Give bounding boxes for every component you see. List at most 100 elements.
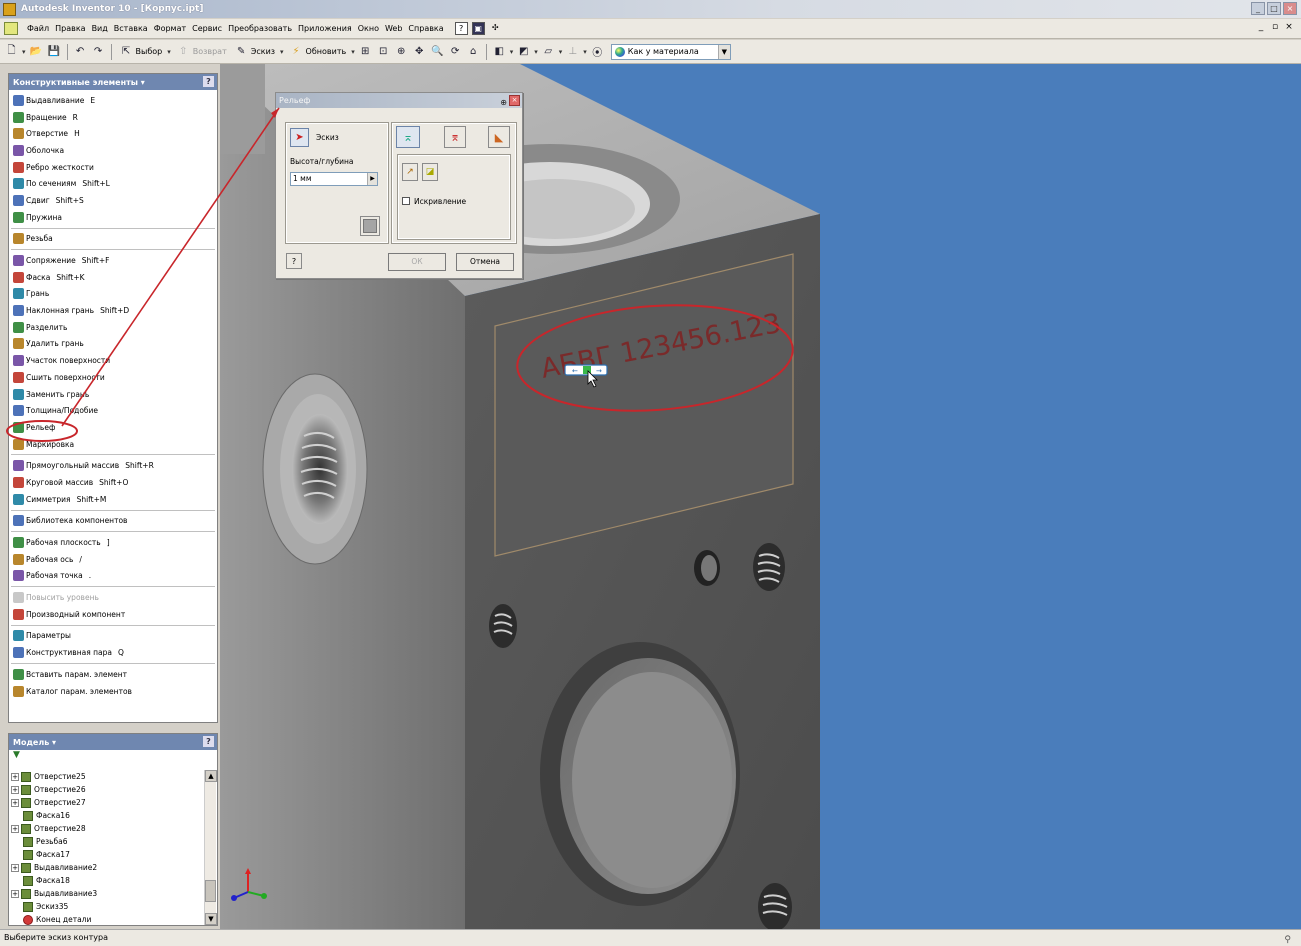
select-button[interactable]: ⇱ Выбор	[117, 44, 165, 59]
tree-node[interactable]: + Выдавливание3	[11, 887, 205, 900]
help-icon[interactable]: ?	[203, 76, 214, 87]
color-button[interactable]	[360, 216, 380, 236]
feature-item[interactable]: Библиотека компонентов	[9, 513, 217, 530]
feature-item[interactable]: Рабочая точка.	[9, 568, 217, 585]
zoom-selected-icon[interactable]: 🔍	[430, 44, 445, 59]
document-icon[interactable]	[4, 22, 18, 35]
menu-view[interactable]: Вид	[89, 24, 111, 33]
tree-node[interactable]: Эскиз35	[11, 900, 205, 913]
sketch-dropdown-icon[interactable]: ▾	[280, 48, 284, 56]
features-panel-header[interactable]: Конструктивные элементы ▾ ?	[9, 74, 217, 90]
feature-item[interactable]: Резьба	[9, 231, 217, 248]
feature-item[interactable]: Выдавливание E	[9, 92, 217, 109]
close-icon[interactable]: ×	[509, 95, 520, 106]
face-select-button[interactable]: ◪	[422, 163, 438, 181]
feature-item[interactable]: Пружина	[9, 209, 217, 226]
expand-icon[interactable]: +	[11, 785, 19, 794]
feature-item[interactable]: Рельеф	[9, 419, 217, 436]
menu-web[interactable]: Web	[382, 24, 405, 33]
feature-item[interactable]: Параметры	[9, 628, 217, 645]
expand-icon[interactable]: +	[11, 824, 19, 833]
menu-format[interactable]: Формат	[151, 24, 189, 33]
feature-item[interactable]: Круговой массив Shift+O	[9, 474, 217, 491]
scroll-thumb[interactable]	[205, 880, 216, 902]
shadow-dropdown-icon[interactable]: ▾	[534, 48, 538, 56]
tree-node[interactable]: + Отверстие25	[11, 770, 205, 783]
feature-item[interactable]: Сдвиг Shift+S	[9, 192, 217, 209]
distortion-checkbox[interactable]	[402, 197, 410, 205]
feature-item[interactable]: Наклонная грань Shift+D	[9, 302, 217, 319]
pin-icon[interactable]: ⊕	[500, 95, 507, 110]
open-folder-icon[interactable]: 📂	[29, 44, 44, 59]
analysis-icon[interactable]: ⊥	[565, 44, 580, 59]
expand-icon[interactable]: +	[11, 772, 19, 781]
resize-grip-icon[interactable]: ⚲	[1284, 932, 1291, 946]
feature-item[interactable]: Оболочка	[9, 142, 217, 159]
pin-icon[interactable]: ✣	[489, 22, 502, 35]
menu-edit[interactable]: Правка	[52, 24, 88, 33]
depth-input[interactable]: 1 мм ▶	[290, 172, 378, 186]
display-mode-dropdown-icon[interactable]: ▾	[510, 48, 514, 56]
model-panel-header[interactable]: Модель ▾ ?	[9, 734, 217, 750]
look-at-icon[interactable]: ⌂	[466, 44, 481, 59]
tree-node[interactable]: Конец детали	[11, 913, 205, 925]
minimize-button[interactable]: _	[1251, 2, 1265, 15]
expand-icon[interactable]: +	[11, 863, 19, 872]
tree-node[interactable]: + Отверстие26	[11, 783, 205, 796]
scroll-up-icon[interactable]: ▲	[205, 770, 217, 782]
feature-item[interactable]: Сшить поверхности	[9, 369, 217, 386]
feature-item[interactable]: Симметрия Shift+M	[9, 491, 217, 508]
doc-restore-button[interactable]: ▫	[1269, 22, 1281, 34]
tree-node[interactable]: Фаска16	[11, 809, 205, 822]
feature-item[interactable]: Ребро жесткости	[9, 159, 217, 176]
zoom-icon[interactable]: ⊕	[394, 44, 409, 59]
feature-item[interactable]: По сечениям Shift+L	[9, 175, 217, 192]
feature-item[interactable]: Вращение R	[9, 109, 217, 126]
feature-item[interactable]: Сопряжение Shift+F	[9, 252, 217, 269]
menu-tools[interactable]: Сервис	[189, 24, 225, 33]
feature-item[interactable]: Каталог парам. элементов	[9, 683, 217, 700]
update-button[interactable]: ⚡ Обновить	[287, 44, 349, 59]
new-dropdown-icon[interactable]: ▾	[22, 48, 26, 56]
tree-node[interactable]: Фаска17	[11, 848, 205, 861]
zoom-window-icon[interactable]: ⊡	[376, 44, 391, 59]
feature-item[interactable]: Рабочая плоскость]	[9, 534, 217, 551]
model-panel-title[interactable]: Модель ▾	[13, 738, 56, 747]
feature-item[interactable]: Производный компонент	[9, 606, 217, 623]
sketch-button[interactable]: ✎ Эскиз	[232, 44, 277, 59]
zoom-all-icon[interactable]: ⊞	[358, 44, 373, 59]
direction-button[interactable]: ↗	[402, 163, 418, 181]
doc-minimize-button[interactable]: _	[1255, 22, 1267, 34]
feature-item[interactable]: Грань	[9, 286, 217, 303]
filter-icon[interactable]: ▼	[9, 750, 217, 764]
color-style-icon[interactable]: ⦿	[590, 44, 605, 59]
menu-convert[interactable]: Преобразовать	[225, 24, 295, 33]
scroll-down-icon[interactable]: ▼	[205, 913, 217, 925]
tree-node[interactable]: + Отверстие27	[11, 796, 205, 809]
features-panel-title[interactable]: Конструктивные элементы ▾	[13, 78, 145, 87]
inventor-app-icon[interactable]	[3, 2, 16, 16]
emboss-engrave-plane-button[interactable]: ◣	[488, 126, 510, 148]
dialog-title-bar[interactable]: Рельеф ⊕ ×	[276, 93, 522, 108]
shadow-icon[interactable]: ◩	[516, 44, 531, 59]
undo-icon[interactable]: ↶	[73, 44, 88, 59]
update-dropdown-icon[interactable]: ▾	[351, 48, 355, 56]
menu-window[interactable]: Окно	[355, 24, 382, 33]
expand-icon[interactable]: +	[11, 889, 19, 898]
feature-item[interactable]: Маркировка	[9, 436, 217, 453]
pan-icon[interactable]: ✥	[412, 44, 427, 59]
feature-item[interactable]: Фаска Shift+K	[9, 269, 217, 286]
feature-item[interactable]: Разделить	[9, 319, 217, 336]
analysis-dropdown-icon[interactable]: ▾	[583, 48, 587, 56]
tree-node[interactable]: Резьба6	[11, 835, 205, 848]
menu-help[interactable]: Справка	[405, 24, 446, 33]
sketch-select-button[interactable]: ➤	[290, 128, 309, 147]
sectioning-icon[interactable]: ▱	[541, 44, 556, 59]
feature-item[interactable]: Рабочая ось /	[9, 551, 217, 568]
tree-scrollbar[interactable]: ▲ ▼	[204, 770, 217, 925]
help-icon[interactable]: ?	[454, 22, 468, 35]
tree-node[interactable]: + Отверстие28	[11, 822, 205, 835]
close-button[interactable]: ×	[1283, 2, 1297, 15]
maximize-button[interactable]: □	[1267, 2, 1281, 15]
tree-node[interactable]: Фаска18	[11, 874, 205, 887]
